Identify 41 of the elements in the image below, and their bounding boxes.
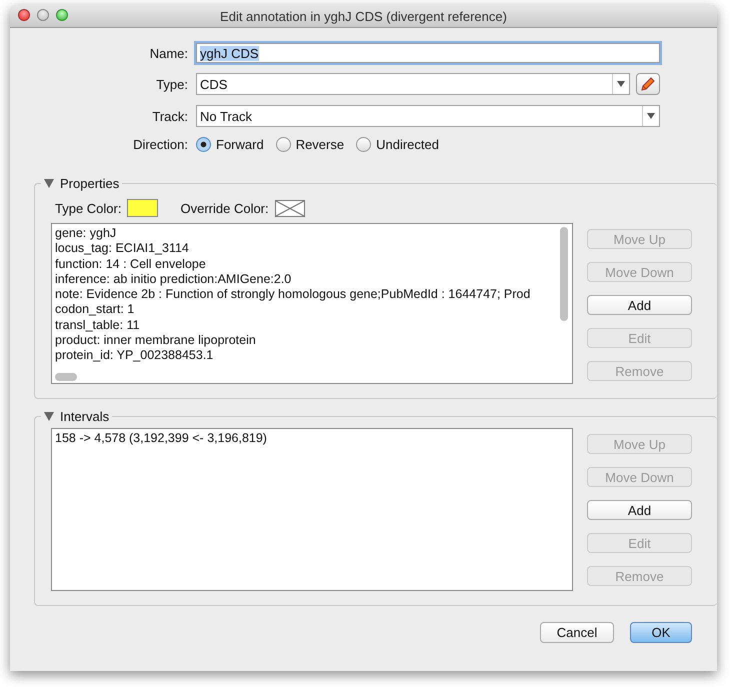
name-field[interactable]: yghJ CDS: [196, 43, 660, 63]
list-item[interactable]: function: 14 : Cell envelope: [55, 256, 556, 272]
horizontal-scrollbar[interactable]: [55, 373, 77, 381]
list-item[interactable]: inference: ab initio prediction:AMIGene:2.0: [55, 272, 556, 288]
section-title: Intervals: [60, 409, 110, 424]
field-label: Type:: [155, 76, 188, 92]
pencil-icon: [640, 76, 656, 92]
close-icon[interactable]: [18, 9, 30, 21]
list-item[interactable]: product: inner membrane lipoprotein: [55, 333, 556, 348]
list-item[interactable]: gene: yghJ: [55, 226, 556, 242]
dialog-button[interactable]: OK: [630, 622, 692, 643]
list-action-button[interactable]: Add: [587, 500, 692, 520]
type-color-label: Type Color:: [55, 200, 122, 216]
vertical-scrollbar[interactable]: [560, 227, 568, 321]
zoom-icon[interactable]: [56, 9, 68, 21]
list-item[interactable]: locus_tag: ECIAI1_3114: [55, 241, 556, 257]
disclosure-triangle-icon[interactable]: [44, 179, 54, 188]
field-label: Track:: [151, 108, 188, 124]
color-swatch[interactable]: [127, 199, 158, 217]
dialog-button[interactable]: Cancel: [540, 622, 614, 643]
edit-button[interactable]: [636, 73, 660, 95]
list-action-button[interactable]: Add: [587, 295, 692, 315]
dropdown-arrow-icon: [647, 113, 655, 119]
radio-option[interactable]: Undirected: [356, 137, 439, 152]
section-title: Properties: [60, 176, 120, 191]
window-title: Edit annotation in yghJ CDS (divergent reference): [220, 8, 507, 24]
list-item[interactable]: codon_start: 1: [55, 302, 556, 318]
dropdown-arrow-icon: [617, 81, 625, 87]
minimize-icon[interactable]: [37, 9, 49, 21]
track-dropdown[interactable]: No Track: [196, 105, 660, 127]
list-item[interactable]: 158 -> 4,578 (3,192,399 <- 3,196,819): [55, 431, 569, 446]
radio-option[interactable]: Forward: [196, 137, 264, 152]
list-item[interactable]: transl_table: 11: [55, 318, 556, 334]
list-item[interactable]: note: Evidence 2b : Function of strongly homologous gene;PubMedId : 1644747; Prod: [55, 287, 556, 302]
type-dropdown[interactable]: CDS: [196, 73, 630, 95]
field-label: Direction:: [132, 137, 188, 152]
field-label: Name:: [148, 46, 188, 60]
list-item[interactable]: protein_id: YP_002388453.1: [55, 348, 556, 364]
radio-option[interactable]: Reverse: [276, 137, 344, 152]
empty-color-swatch-icon[interactable]: [274, 200, 305, 216]
override-color-label: Override Color:: [180, 200, 269, 216]
